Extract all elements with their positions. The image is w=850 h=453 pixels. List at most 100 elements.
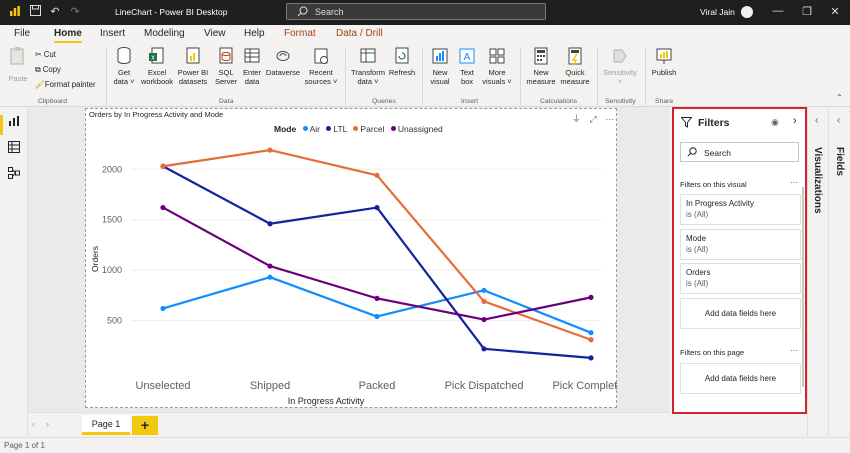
data-point-ltl xyxy=(481,346,487,352)
dataverse-icon xyxy=(276,51,290,61)
excel-workbook-button[interactable]: x Excel workbook xyxy=(140,46,174,86)
next-page-icon[interactable]: › xyxy=(46,419,49,429)
new-visual-button[interactable]: New visual xyxy=(428,46,452,86)
copy-button[interactable]: ⧉ Copy xyxy=(35,65,61,75)
eye-icon[interactable]: ◉ xyxy=(771,117,779,128)
powerbi-datasets-button[interactable]: Power BI datasets xyxy=(176,46,210,86)
menu-data-drill[interactable]: Data / Drill xyxy=(330,24,389,43)
add-page-button[interactable]: + xyxy=(132,416,158,435)
expand-fields-chevron-icon[interactable]: ‹ xyxy=(837,115,840,126)
dataverse-button[interactable]: Dataverse xyxy=(265,46,301,77)
save-icon[interactable] xyxy=(28,5,42,19)
x-axis-title: In Progress Activity xyxy=(288,396,365,406)
redo-icon[interactable]: ↷ xyxy=(68,5,82,19)
recent-sources-button[interactable]: Recent sources ˅ xyxy=(304,46,338,86)
restore-icon[interactable]: ❐ xyxy=(799,5,815,18)
data-point-unassigned xyxy=(374,295,380,301)
data-view-icon[interactable] xyxy=(8,141,20,153)
data-point-parcel xyxy=(374,172,380,178)
visual-filters-drop-zone[interactable]: Add data fields here xyxy=(680,298,801,329)
filter-card-orders[interactable]: Orders is (All) xyxy=(680,263,801,294)
enter-data-button[interactable]: Enter data xyxy=(240,46,264,86)
x-tick-label: Pick Dispatched xyxy=(445,380,524,392)
powerbi-logo-icon xyxy=(8,5,22,19)
filters-scrollbar[interactable] xyxy=(802,187,804,387)
menu-format[interactable]: Format xyxy=(278,24,322,43)
fields-pane-collapsed[interactable]: ‹ Fields xyxy=(828,107,850,437)
quick-measure-icon xyxy=(568,47,582,66)
filters-search-placeholder: Search xyxy=(704,148,731,158)
page-filters-drop-zone[interactable]: Add data fields here xyxy=(680,363,801,394)
data-point-unassigned xyxy=(160,204,166,211)
filters-title: Filters xyxy=(698,117,730,129)
ribbon-collapse-icon[interactable]: ⌃ xyxy=(836,93,843,102)
menu-home[interactable]: Home xyxy=(54,28,82,43)
more-visuals-icon xyxy=(489,48,505,64)
separator xyxy=(597,47,598,105)
model-view-icon[interactable] xyxy=(8,167,20,179)
avatar[interactable] xyxy=(741,6,753,18)
get-data-button[interactable]: Get data ˅ xyxy=(111,46,137,86)
group-label-clipboard: Clipboard xyxy=(38,98,68,105)
filter-funnel-icon xyxy=(680,117,693,130)
cut-icon: ✂ xyxy=(35,50,44,59)
new-measure-button[interactable]: New measure xyxy=(525,46,557,86)
group-label-calculations: Calculations xyxy=(540,98,578,105)
menu-insert[interactable]: Insert xyxy=(100,28,125,39)
data-point-ltl xyxy=(374,204,380,211)
filter-card-in-progress-activity[interactable]: In Progress Activity is (All) xyxy=(680,194,801,225)
y-tick-label: 1000 xyxy=(102,265,122,275)
separator xyxy=(106,47,107,105)
undo-icon[interactable]: ↶ xyxy=(48,5,62,19)
visualizations-pane-label: Visualizations xyxy=(812,147,823,214)
line-chart-visual[interactable]: Orders by In Progress Activity and Mode … xyxy=(85,108,618,408)
data-point-unassigned xyxy=(267,263,273,269)
group-label-queries: Queries xyxy=(372,98,396,105)
refresh-button[interactable]: Refresh xyxy=(388,46,416,77)
cut-button[interactable]: ✂ Cut xyxy=(35,50,56,59)
prev-page-icon[interactable]: ‹ xyxy=(32,419,35,429)
menu-bar: File Home Insert Modeling View Help Form… xyxy=(0,24,850,43)
visualizations-pane-collapsed[interactable]: ‹ Visualizations xyxy=(807,107,828,437)
sensitivity-button[interactable]: Sensitivity ˅ xyxy=(601,46,639,86)
menu-help[interactable]: Help xyxy=(244,28,265,39)
data-point-air xyxy=(374,313,380,320)
minimize-icon[interactable]: — xyxy=(770,5,786,17)
text-box-button[interactable]: A Text box xyxy=(455,46,479,86)
sql-server-button[interactable]: SQL Server xyxy=(213,46,239,86)
title-search-input[interactable]: Search xyxy=(286,3,546,20)
view-switcher-rail xyxy=(0,107,28,437)
data-point-parcel xyxy=(481,298,487,304)
svg-text:A: A xyxy=(464,52,471,63)
format-painter-button[interactable]: 🖌Format painter xyxy=(35,80,96,89)
page-filters-more-icon[interactable]: ⋯ xyxy=(790,346,798,355)
text-box-icon: A xyxy=(459,48,475,64)
menu-view[interactable]: View xyxy=(204,28,226,39)
collapse-filters-chevron-icon[interactable]: › xyxy=(793,115,797,127)
series-line-ltl xyxy=(162,165,592,359)
copy-icon: ⧉ xyxy=(35,65,43,74)
page-tab-1[interactable]: Page 1 xyxy=(82,415,130,435)
filter-card-mode[interactable]: Mode is (All) xyxy=(680,229,801,260)
menu-file[interactable]: File xyxy=(14,28,30,39)
user-name[interactable]: Viral Jain xyxy=(700,7,735,17)
line-chart-plot: 500 1000 1500 2000 Unselected Shipped Packed Pi… xyxy=(90,147,618,406)
ribbon: Paste ✂ Cut ⧉ Copy 🖌Format painter Clipb… xyxy=(0,43,850,107)
search-icon xyxy=(297,6,308,19)
publish-button[interactable]: Publish xyxy=(649,46,679,77)
page-tabs-bar: ‹ › Page 1 + xyxy=(28,412,670,437)
search-icon xyxy=(687,147,697,159)
paste-button[interactable]: Paste xyxy=(7,46,29,83)
menu-modeling[interactable]: Modeling xyxy=(144,28,185,39)
quick-measure-button[interactable]: Quick measure xyxy=(559,46,591,86)
visual-filters-more-icon[interactable]: ⋯ xyxy=(790,178,798,187)
data-point-air xyxy=(160,305,166,312)
close-icon[interactable]: ✕ xyxy=(827,5,843,18)
new-visual-icon xyxy=(432,48,448,64)
filters-search-input[interactable]: Search xyxy=(680,142,799,162)
search-placeholder: Search xyxy=(315,7,344,17)
more-visuals-button[interactable]: More visuals ˅ xyxy=(482,46,512,86)
expand-visualizations-chevron-icon[interactable]: ‹ xyxy=(815,115,818,126)
transform-data-button[interactable]: Transform data ˅ xyxy=(350,46,386,86)
report-view-icon[interactable] xyxy=(8,115,20,127)
